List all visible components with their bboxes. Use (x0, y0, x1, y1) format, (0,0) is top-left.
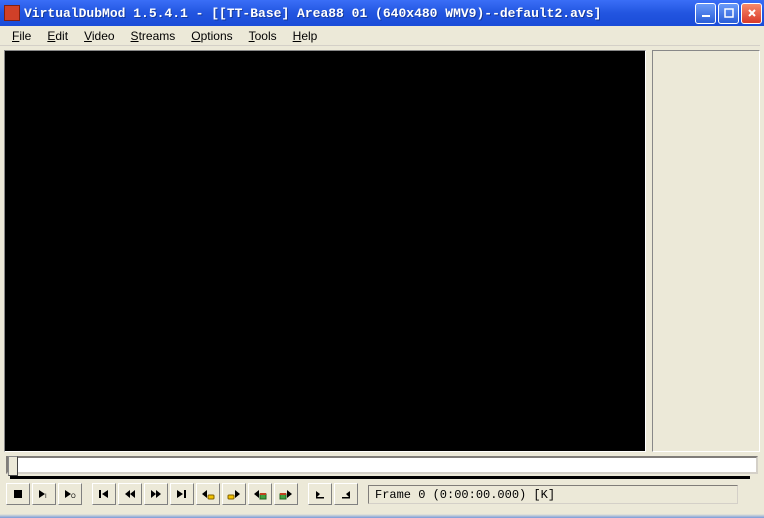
step-fwd-button[interactable] (144, 483, 168, 505)
frame-status: Frame 0 (0:00:00.000) [K] (368, 485, 738, 504)
scene-fwd-button[interactable] (274, 483, 298, 505)
menubar: File Edit Video Streams Options Tools He… (0, 26, 764, 46)
video-preview-input[interactable] (4, 50, 646, 452)
transport-controls: I O Frame 0 (0:00:00.000) [K] (0, 479, 764, 509)
menu-file[interactable]: File (4, 27, 39, 45)
titlebar: VirtualDubMod 1.5.4.1 - [[TT-Base] Area8… (0, 0, 764, 26)
menu-tools[interactable]: Tools (241, 27, 285, 45)
svg-text:O: O (71, 494, 76, 499)
window-title: VirtualDubMod 1.5.4.1 - [[TT-Base] Area8… (24, 6, 695, 21)
menu-video[interactable]: Video (76, 27, 122, 45)
timeline-row (0, 452, 764, 479)
window-right-border (760, 26, 764, 514)
play-output-button[interactable]: O (58, 483, 82, 505)
seek-end-button[interactable] (170, 483, 194, 505)
key-prev-button[interactable] (196, 483, 220, 505)
close-button[interactable] (741, 3, 762, 24)
mark-out-button[interactable] (334, 483, 358, 505)
menu-options[interactable]: Options (183, 27, 240, 45)
mark-in-button[interactable] (308, 483, 332, 505)
play-input-button[interactable]: I (32, 483, 56, 505)
video-preview-output[interactable] (652, 50, 760, 452)
work-area (0, 46, 764, 452)
step-back-button[interactable] (118, 483, 142, 505)
window-controls (695, 3, 762, 24)
timeline-slider[interactable] (6, 456, 758, 474)
app-icon (4, 5, 20, 21)
timeline-handle[interactable] (8, 456, 18, 476)
svg-text:I: I (45, 494, 47, 499)
maximize-button[interactable] (718, 3, 739, 24)
scene-back-button[interactable] (248, 483, 272, 505)
menu-streams[interactable]: Streams (123, 27, 184, 45)
menu-edit[interactable]: Edit (39, 27, 76, 45)
seek-start-button[interactable] (92, 483, 116, 505)
minimize-button[interactable] (695, 3, 716, 24)
menu-help[interactable]: Help (285, 27, 326, 45)
stop-button[interactable] (6, 483, 30, 505)
key-next-button[interactable] (222, 483, 246, 505)
window-bottom-border (0, 514, 764, 518)
